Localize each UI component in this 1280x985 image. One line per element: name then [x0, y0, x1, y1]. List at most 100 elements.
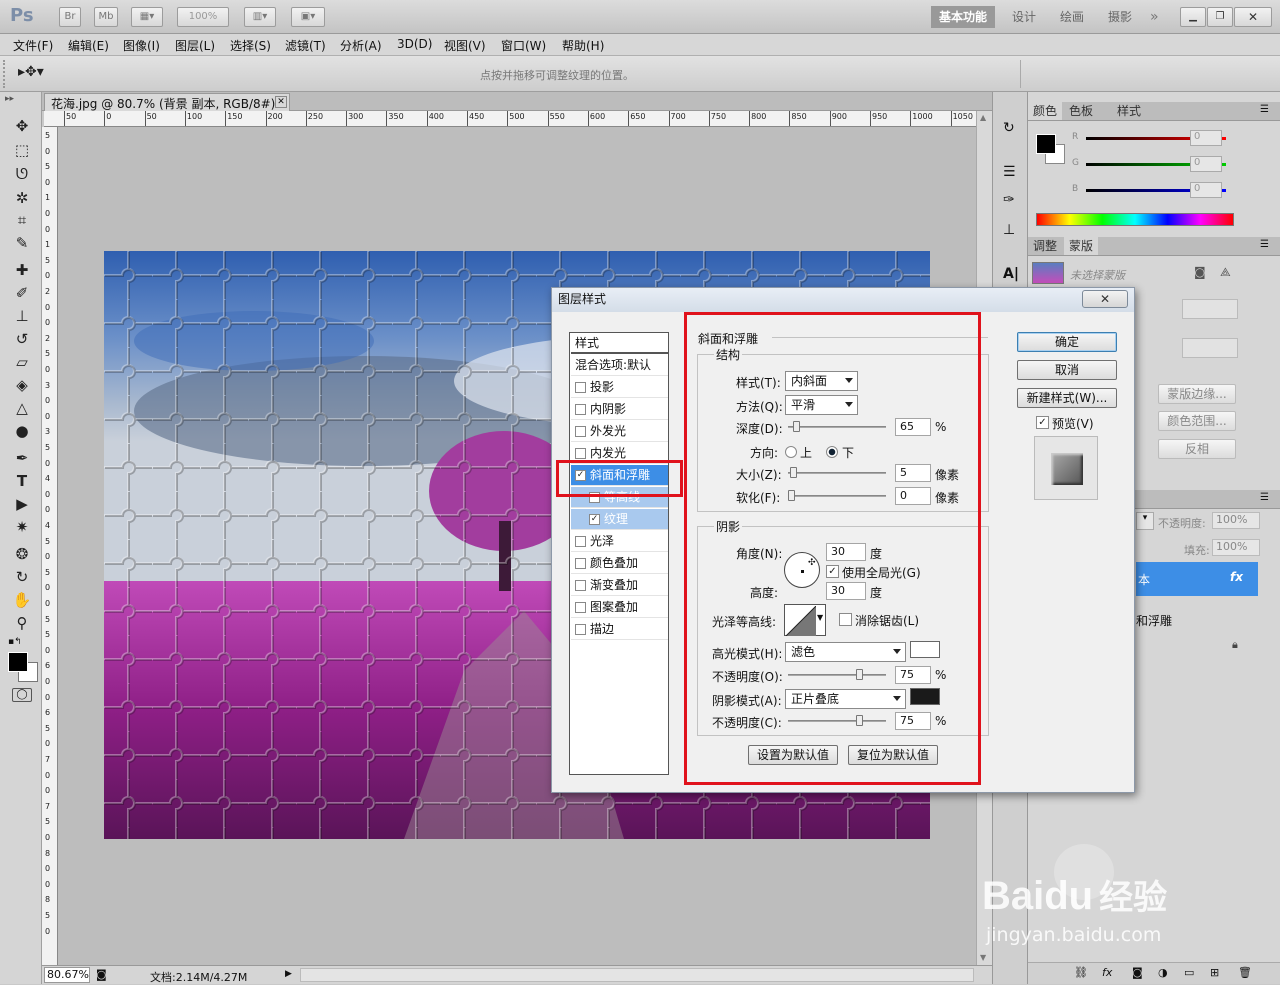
mask-edge-button[interactable]: 蒙版边缘...: [1158, 384, 1236, 404]
add-mask-icon[interactable]: ◙: [1132, 966, 1143, 979]
style-checkbox[interactable]: ✓: [589, 514, 600, 525]
zoom-tool-icon[interactable]: ⚲: [10, 613, 34, 633]
path-select-tool-icon[interactable]: ▶: [10, 494, 34, 514]
arrange-documents-button[interactable]: ▥▾: [244, 7, 276, 27]
color-panel-menu-icon[interactable]: ☰: [1260, 104, 1269, 115]
tab-adjustments[interactable]: 调整: [1028, 237, 1062, 255]
mask-feather-field[interactable]: [1182, 338, 1238, 358]
style-checkbox[interactable]: [575, 382, 586, 393]
pen-tool-icon[interactable]: ✒: [10, 448, 34, 468]
quick-select-tool-icon[interactable]: ✲: [10, 188, 34, 208]
blend-mode-select[interactable]: ▾: [1136, 512, 1154, 530]
restore-button[interactable]: ❐: [1207, 7, 1233, 27]
zoom-input[interactable]: 80.67%: [44, 967, 90, 983]
history-brush-tool-icon[interactable]: ↺: [10, 329, 34, 349]
color-fg-swatch[interactable]: [1036, 134, 1056, 154]
horizontal-scrollbar[interactable]: [300, 968, 974, 982]
menu-layer[interactable]: 图层(L): [175, 37, 215, 54]
style-list-item[interactable]: 混合选项:默认: [571, 355, 668, 376]
vector-mask-icon[interactable]: ⟁: [1220, 265, 1231, 280]
paint-bucket-tool-icon[interactable]: ◈: [10, 375, 34, 395]
mask-panel-menu-icon[interactable]: ☰: [1260, 239, 1269, 250]
style-list-item[interactable]: 内阴影: [571, 399, 668, 420]
minimize-button[interactable]: ▁: [1180, 7, 1206, 27]
menu-file[interactable]: 文件(F): [13, 37, 53, 54]
crop-tool-icon[interactable]: ⌗: [10, 210, 34, 230]
style-checkbox[interactable]: [575, 602, 586, 613]
menu-3d[interactable]: 3D(D): [397, 37, 432, 51]
style-checkbox[interactable]: [575, 536, 586, 547]
r-value[interactable]: 0: [1190, 130, 1222, 146]
workspace-design[interactable]: 设计: [1012, 6, 1036, 28]
3d-rotate-tool-icon[interactable]: ❂: [10, 544, 34, 564]
menu-edit[interactable]: 编辑(E): [68, 37, 109, 54]
close-app-button[interactable]: ✕: [1234, 7, 1272, 27]
tab-masks[interactable]: 蒙版: [1064, 237, 1099, 255]
style-list-item[interactable]: 渐变叠加: [571, 575, 668, 596]
menu-analysis[interactable]: 分析(A): [340, 37, 382, 54]
g-value[interactable]: 0: [1190, 156, 1222, 172]
healing-brush-tool-icon[interactable]: ✚: [10, 260, 34, 280]
actions-panel-icon[interactable]: ☰: [1003, 164, 1016, 180]
foreground-color-swatch[interactable]: [8, 652, 28, 672]
ok-button[interactable]: 确定: [1017, 332, 1117, 352]
brush-panel-icon[interactable]: ✑: [1003, 192, 1015, 208]
cancel-button[interactable]: 取消: [1017, 360, 1117, 380]
menu-window[interactable]: 窗口(W): [501, 37, 546, 54]
default-colors-icon[interactable]: ▪↰: [8, 637, 22, 647]
style-list-item[interactable]: 外发光: [571, 421, 668, 442]
style-checkbox[interactable]: [575, 580, 586, 591]
style-list-item[interactable]: ✓ 纹理: [571, 509, 668, 530]
3d-orbit-tool-icon[interactable]: ↻: [10, 567, 34, 587]
workspace-essentials[interactable]: 基本功能: [931, 6, 995, 28]
menu-filter[interactable]: 滤镜(T): [285, 37, 326, 54]
add-style-icon[interactable]: fx: [1102, 966, 1112, 979]
scroll-up-icon[interactable]: ▲: [980, 113, 986, 122]
tab-color[interactable]: 颜色: [1028, 102, 1063, 120]
style-checkbox[interactable]: [575, 426, 586, 437]
pixel-mask-icon[interactable]: ◙: [1194, 265, 1206, 279]
blur-tool-icon[interactable]: △: [10, 398, 34, 418]
menu-image[interactable]: 图像(I): [123, 37, 160, 54]
quick-mask-icon[interactable]: ◯: [12, 688, 32, 702]
layers-panel-menu-icon[interactable]: ☰: [1260, 492, 1269, 503]
workspace-painting[interactable]: 绘画: [1060, 6, 1084, 28]
layer-fx-icon[interactable]: fx: [1230, 570, 1243, 584]
document-tab[interactable]: 花海.jpg @ 80.7% (背景 副本, RGB/8#) * ✕: [44, 93, 290, 126]
style-list-item[interactable]: 颜色叠加: [571, 553, 668, 574]
clone-stamp-tool-icon[interactable]: ⊥: [10, 306, 34, 326]
type-tool-icon[interactable]: T: [10, 471, 34, 491]
style-list-item[interactable]: 描边: [571, 619, 668, 640]
mini-bridge-button[interactable]: Mb: [94, 7, 118, 27]
zoom-level-select[interactable]: 100%: [177, 7, 229, 27]
adjustment-layer-icon[interactable]: ◑: [1158, 966, 1168, 979]
invert-button[interactable]: 反相: [1158, 439, 1236, 459]
menu-view[interactable]: 视图(V): [444, 37, 486, 54]
tools-collapse-icon[interactable]: ▸▸: [5, 94, 14, 104]
preview-checkbox[interactable]: ✓: [1036, 416, 1049, 429]
bridge-button[interactable]: Br: [59, 7, 81, 27]
menu-help[interactable]: 帮助(H): [562, 37, 604, 54]
dialog-close-button[interactable]: ✕: [1082, 290, 1128, 308]
new-group-icon[interactable]: ▭: [1184, 966, 1194, 979]
status-info-icon[interactable]: ◙: [96, 968, 107, 981]
lasso-tool-icon[interactable]: ᘎ: [10, 164, 34, 184]
style-checkbox[interactable]: [575, 624, 586, 635]
brush-tool-icon[interactable]: ✐: [10, 283, 34, 303]
tab-swatches[interactable]: 色板: [1064, 102, 1098, 120]
status-menu-icon[interactable]: ▶: [285, 969, 292, 979]
eyedropper-tool-icon[interactable]: ✎: [10, 233, 34, 253]
shape-tool-icon[interactable]: ✷: [10, 517, 34, 537]
style-checkbox[interactable]: [575, 558, 586, 569]
character-panel-icon[interactable]: A|: [1003, 266, 1019, 282]
style-list-item[interactable]: 光泽: [571, 531, 668, 552]
close-document-icon[interactable]: ✕: [275, 96, 287, 108]
clone-source-icon[interactable]: ⊥: [1003, 222, 1015, 238]
view-extras-button[interactable]: ▦▾: [131, 7, 163, 27]
history-panel-icon[interactable]: ↻: [1003, 120, 1015, 136]
color-spectrum-bar[interactable]: [1036, 213, 1234, 226]
move-tool-icon[interactable]: ✥: [10, 116, 34, 136]
move-tool-preset-icon[interactable]: ▸✥▾: [18, 64, 56, 84]
link-layers-icon[interactable]: ⛓: [1074, 966, 1088, 979]
marquee-tool-icon[interactable]: ⬚: [10, 140, 34, 160]
